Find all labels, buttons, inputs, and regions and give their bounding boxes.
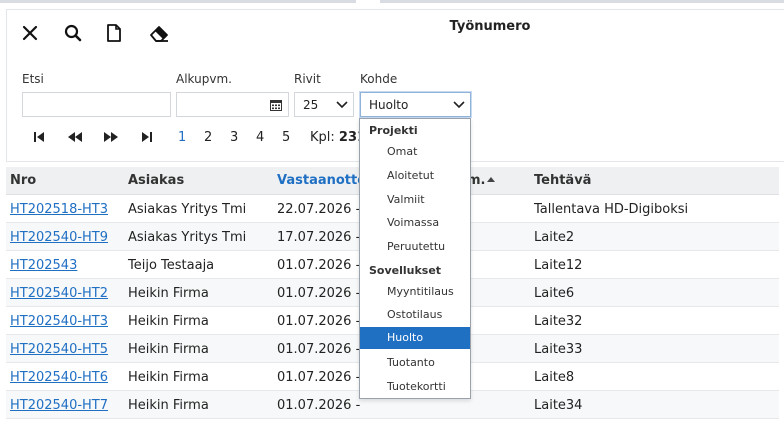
fast-forward-icon <box>104 132 118 142</box>
last-page-icon <box>142 132 152 142</box>
dropdown-option[interactable]: Omat <box>360 141 470 163</box>
customer-cell: Teijo Testaaja <box>128 258 215 273</box>
work-number-link[interactable]: HT202518-HT3 <box>10 202 108 217</box>
page-link[interactable]: 1 <box>178 130 204 145</box>
record-count: Kpl: 231 <box>310 130 366 145</box>
dropdown-option[interactable]: Tuotekortti <box>360 376 470 398</box>
column-header-asiakas[interactable]: Asiakas <box>128 173 184 188</box>
top-divider <box>0 0 784 3</box>
previous-page-button[interactable] <box>66 128 84 146</box>
page-link[interactable]: 4 <box>256 130 282 145</box>
search-label: Etsi <box>22 72 44 86</box>
start-date-label: Alkupvm. <box>176 72 232 86</box>
target-dropdown-menu: Projekti Omat Aloitetut Valmiit Voimassa… <box>359 118 471 399</box>
task-cell: Laite33 <box>534 342 583 357</box>
target-select-value: Huolto <box>369 97 409 112</box>
rows-select-value: 25 <box>303 97 319 112</box>
work-number-link[interactable]: HT202540-HT5 <box>10 342 108 357</box>
dropdown-option-selected[interactable]: Huolto <box>360 327 470 349</box>
received-date-cell: 01.07.2026 - <box>277 314 361 329</box>
dropdown-option[interactable]: Ostotilaus <box>360 304 470 326</box>
chevron-down-icon <box>331 93 353 116</box>
start-date-input[interactable] <box>177 93 265 116</box>
start-date-field <box>176 92 289 117</box>
task-cell: Laite2 <box>534 230 575 245</box>
rows-label: Rivit <box>294 72 321 86</box>
last-page-button[interactable] <box>138 128 156 146</box>
next-page-button[interactable] <box>102 128 120 146</box>
customer-cell: Heikin Firma <box>128 314 209 329</box>
dropdown-option[interactable]: Aloitetut <box>360 165 470 187</box>
page-link[interactable]: 5 <box>282 130 308 145</box>
page-link[interactable]: 2 <box>204 130 230 145</box>
close-icon <box>22 25 38 41</box>
rewind-icon <box>68 132 82 142</box>
task-cell: Laite32 <box>534 314 583 329</box>
task-cell: Laite34 <box>534 398 583 413</box>
sort-ascending-icon <box>487 177 495 182</box>
close-button[interactable] <box>22 22 64 44</box>
search-button[interactable] <box>64 22 106 44</box>
target-select[interactable]: Huolto <box>360 92 471 117</box>
work-number-link[interactable]: HT202540-HT9 <box>10 230 108 245</box>
customer-cell: Heikin Firma <box>128 342 209 357</box>
task-cell: Tallentava HD-Digiboksi <box>534 202 689 217</box>
first-page-icon <box>34 132 44 142</box>
received-date-cell: 01.07.2026 - <box>277 286 361 301</box>
clear-filters-button[interactable] <box>148 22 190 44</box>
eraser-icon <box>150 26 168 42</box>
column-header-nro[interactable]: Nro <box>10 173 36 188</box>
dropdown-option[interactable]: Voimassa <box>360 212 470 234</box>
work-number-link[interactable]: HT202540-HT3 <box>10 314 108 329</box>
dropdown-option[interactable]: Peruutettu <box>360 236 470 258</box>
customer-cell: Asiakas Yritys Tmi <box>128 202 247 217</box>
task-cell: Laite12 <box>534 258 583 273</box>
record-count-label: Kpl: <box>310 129 335 145</box>
customer-cell: Heikin Firma <box>128 370 209 385</box>
first-page-button[interactable] <box>30 128 48 146</box>
received-date-cell: 01.07.2026 - <box>277 370 361 385</box>
received-date-cell: 01.07.2026 - <box>277 342 361 357</box>
dropdown-group-label: Projekti <box>369 124 418 137</box>
dropdown-option[interactable]: Myyntitilaus <box>360 281 470 303</box>
page-link[interactable]: 3 <box>230 130 256 145</box>
target-label: Kohde <box>360 72 398 86</box>
customer-cell: Heikin Firma <box>128 398 209 413</box>
work-number-link[interactable]: HT202540-HT6 <box>10 370 108 385</box>
search-icon <box>64 24 82 42</box>
task-cell: Laite6 <box>534 286 575 301</box>
customer-cell: Heikin Firma <box>128 286 209 301</box>
work-number-link[interactable]: HT202540-HT2 <box>10 286 108 301</box>
chevron-down-icon <box>448 93 470 116</box>
task-cell: Laite8 <box>534 370 575 385</box>
dropdown-option[interactable]: Valmiit <box>360 189 470 211</box>
new-document-button[interactable] <box>106 22 148 44</box>
customer-cell: Asiakas Yritys Tmi <box>128 230 247 245</box>
search-input[interactable] <box>22 92 171 117</box>
toolbar <box>22 22 190 44</box>
document-icon <box>107 24 121 42</box>
calendar-icon[interactable] <box>270 99 282 111</box>
pagination: 1 2 3 4 5 Kpl: 231 <box>30 128 366 146</box>
dropdown-option[interactable]: Tuotanto <box>360 352 470 374</box>
received-date-cell: 01.07.2026 - <box>277 398 361 413</box>
dropdown-group-label: Sovellukset <box>369 264 442 277</box>
work-number-link[interactable]: HT202543 <box>10 258 77 273</box>
rows-select[interactable]: 25 <box>294 92 354 117</box>
page-title: Työnumero <box>449 19 531 34</box>
column-header-tehtava[interactable]: Tehtävä <box>534 173 591 188</box>
work-number-link[interactable]: HT202540-HT7 <box>10 398 108 413</box>
